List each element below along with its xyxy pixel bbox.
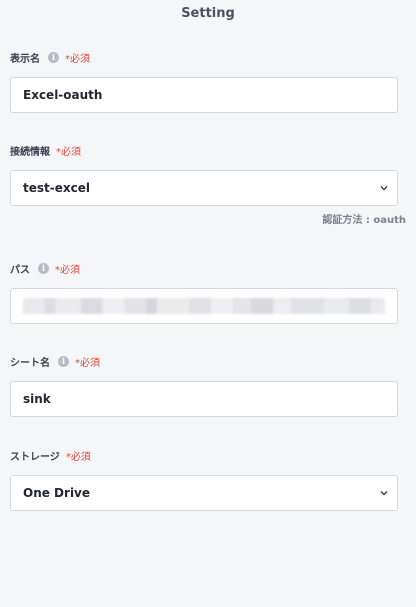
redacted-path-value [23,298,385,314]
required-marker: *必須 [75,357,100,369]
storage-select[interactable]: One Drive [10,475,398,511]
info-icon[interactable]: i [38,262,49,274]
storage-label: ストレージ [10,451,60,463]
required-marker: *必須 [65,451,91,463]
auth-method-text: 認証方法 : oauth [322,215,406,226]
required-marker: *必須 [65,53,90,65]
sheet-name-label: シート名 [10,357,50,369]
required-marker: *必須 [55,264,80,276]
sheet-name-value: sink [23,392,51,406]
info-icon[interactable]: i [58,355,69,367]
sheet-name-input[interactable]: sink [10,381,398,417]
storage-value: One Drive [23,486,91,500]
connection-value: test-excel [23,181,90,195]
page-title: Setting [181,6,235,21]
display-name-label-row: 表示名 i *必須 [10,49,90,65]
display-name-label: 表示名 [10,53,40,65]
info-icon[interactable]: i [48,51,59,63]
connection-label-row: 接続情報 *必須 [10,142,81,158]
chevron-down-icon [380,491,388,496]
display-name-value: Excel-oauth [23,88,103,102]
chevron-down-icon [380,186,388,191]
connection-select[interactable]: test-excel [10,170,398,206]
path-input[interactable] [10,288,398,324]
path-label: パス [10,264,30,276]
path-label-row: パス i *必須 [10,260,80,276]
connection-label: 接続情報 [10,146,50,158]
storage-label-row: ストレージ *必須 [10,447,91,463]
display-name-input[interactable]: Excel-oauth [10,77,398,113]
required-marker: *必須 [56,146,81,158]
sheet-name-label-row: シート名 i *必須 [10,353,100,369]
